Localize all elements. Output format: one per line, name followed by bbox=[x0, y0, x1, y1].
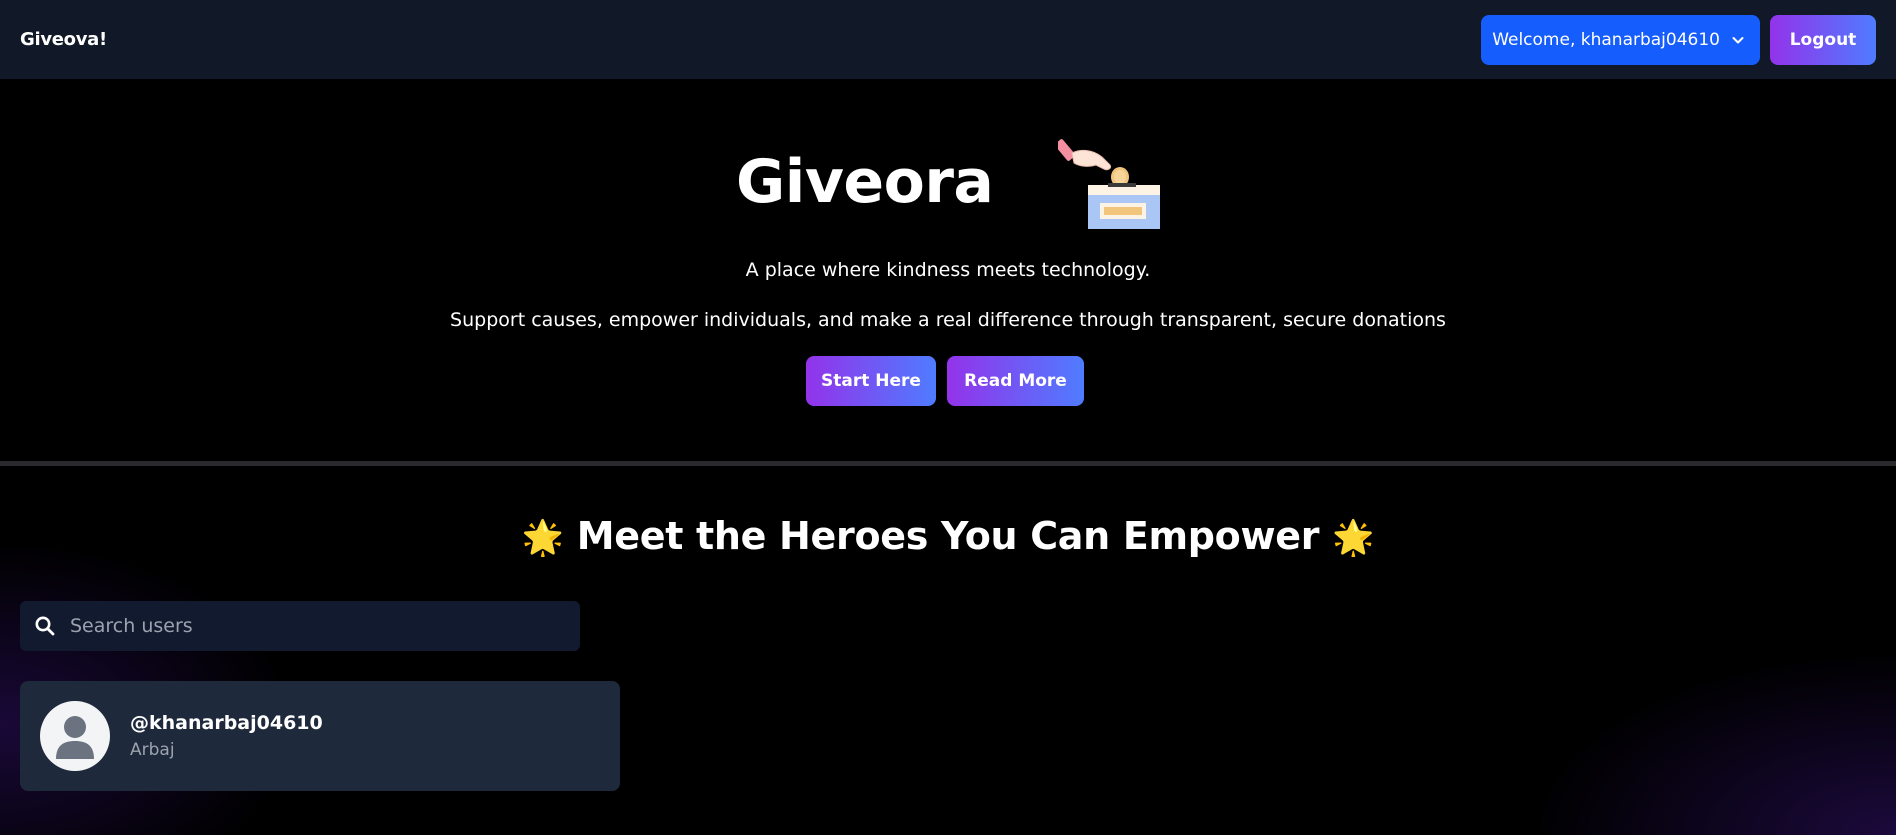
hero-tagline: A place where kindness meets technology. bbox=[745, 259, 1151, 281]
hero-buttons: Start Here Read More bbox=[0, 356, 1896, 406]
heroes-heading-text: Meet the Heroes You Can Empower bbox=[576, 514, 1320, 558]
user-avatar-icon bbox=[56, 716, 94, 759]
brand-logo[interactable]: Giveova! bbox=[20, 29, 107, 50]
read-more-button[interactable]: Read More bbox=[947, 356, 1084, 406]
hero-subline: Support causes, empower individuals, and… bbox=[450, 309, 1446, 331]
hero-title: Giveora bbox=[736, 147, 994, 217]
navbar: Giveova! Welcome, khanarbaj04610 Logout bbox=[0, 0, 1896, 79]
search-input[interactable] bbox=[70, 615, 550, 637]
user-info: @khanarbaj04610 Arbaj bbox=[130, 712, 323, 760]
search-bar bbox=[20, 601, 580, 651]
user-menu-button[interactable]: Welcome, khanarbaj04610 bbox=[1481, 14, 1760, 65]
hero-section: Giveora A place where kindness meets tec… bbox=[0, 79, 1896, 461]
star-icon: 🌟 bbox=[521, 518, 564, 558]
heroes-heading: 🌟 Meet the Heroes You Can Empower 🌟 bbox=[0, 514, 1896, 558]
heroes-section: 🌟 Meet the Heroes You Can Empower 🌟 @kha… bbox=[0, 466, 1896, 835]
user-name: Arbaj bbox=[130, 740, 175, 760]
chevron-down-icon bbox=[1732, 36, 1744, 43]
logout-button[interactable]: Logout bbox=[1770, 14, 1876, 65]
user-handle: @khanarbaj04610 bbox=[130, 712, 323, 734]
donation-box-icon bbox=[1058, 139, 1160, 229]
user-menu-label: Welcome, khanarbaj04610 bbox=[1492, 29, 1720, 50]
star-icon: 🌟 bbox=[1332, 518, 1375, 558]
nav-actions: Welcome, khanarbaj04610 Logout bbox=[1481, 14, 1876, 65]
search-icon bbox=[35, 616, 55, 636]
user-card[interactable]: @khanarbaj04610 Arbaj bbox=[20, 681, 620, 791]
start-here-button[interactable]: Start Here bbox=[806, 356, 936, 406]
avatar bbox=[40, 701, 110, 771]
